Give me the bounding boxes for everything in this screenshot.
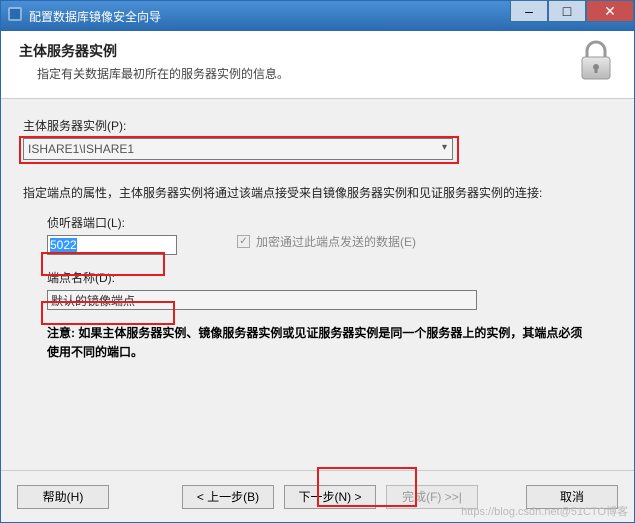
app-icon <box>7 6 23 27</box>
window-controls: – □ ✕ <box>510 1 634 31</box>
minimize-button[interactable]: – <box>510 0 548 22</box>
note-text: 注意: 如果主体服务器实例、镜像服务器实例或见证服务器实例是同一个服务器上的实例… <box>47 324 587 361</box>
lock-icon <box>572 37 620 85</box>
main-pane: 主体服务器实例(P): ▾ 指定端点的属性，主体服务器实例将通过该端点接受来自镜… <box>1 99 634 470</box>
header-area: 主体服务器实例 指定有关数据库最初所在的服务器实例的信息。 <box>1 31 634 99</box>
wizard-window: 配置数据库镜像安全向导 – □ ✕ 主体服务器实例 指定有关数据库最初所在的服务… <box>0 0 635 523</box>
back-button[interactable]: < 上一步(B) <box>182 485 274 509</box>
content-area: 主体服务器实例 指定有关数据库最初所在的服务器实例的信息。 主体服务器实例 <box>1 31 634 522</box>
next-button[interactable]: 下一步(N) > <box>284 485 376 509</box>
page-title: 主体服务器实例 <box>19 41 616 61</box>
encrypt-checkbox: ✓ <box>237 235 250 248</box>
instance-label: 主体服务器实例(P): <box>23 117 612 134</box>
endpoint-name-input[interactable] <box>47 290 477 310</box>
encrypt-label: 加密通过此端点发送的数据(E) <box>256 233 416 250</box>
endpoint-name-label: 端点名称(D): <box>47 269 612 286</box>
watermark: https://blog.csdn.net@51CTO博客 <box>461 503 628 519</box>
titlebar: 配置数据库镜像安全向导 – □ ✕ <box>1 1 634 31</box>
endpoint-desc: 指定端点的属性，主体服务器实例将通过该端点接受来自镜像服务器实例和见证服务器实例… <box>23 184 612 202</box>
page-description: 指定有关数据库最初所在的服务器实例的信息。 <box>37 65 616 82</box>
instance-combo[interactable] <box>23 138 453 160</box>
help-button[interactable]: 帮助(H) <box>17 485 109 509</box>
maximize-button[interactable]: □ <box>548 0 586 22</box>
window-title: 配置数据库镜像安全向导 <box>29 8 161 25</box>
port-input[interactable]: 5022 <box>47 235 177 255</box>
encrypt-checkbox-row: ✓ 加密通过此端点发送的数据(E) <box>237 233 416 250</box>
close-button[interactable]: ✕ <box>586 0 634 22</box>
port-label: 侦听器端口(L): <box>47 214 177 231</box>
